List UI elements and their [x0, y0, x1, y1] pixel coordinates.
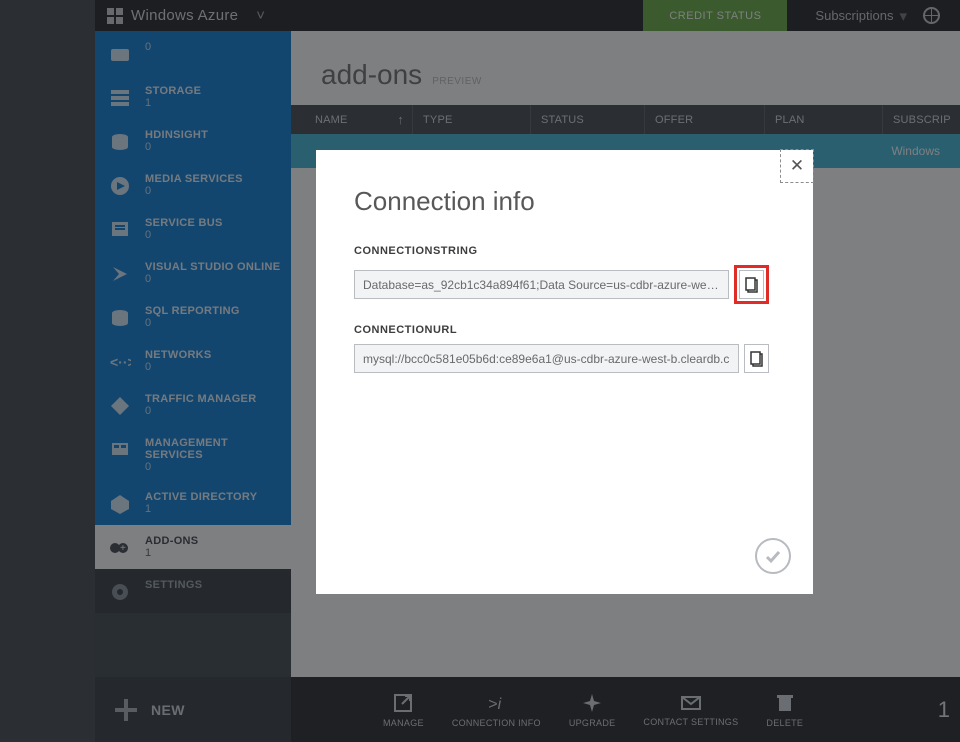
- connectionstring-input[interactable]: [354, 270, 729, 299]
- modal-overlay: ✕ Connection info CONNECTIONSTRING CONNE…: [0, 0, 960, 742]
- ok-button[interactable]: [755, 538, 791, 574]
- copy-connectionurl-button[interactable]: [744, 344, 769, 373]
- close-button[interactable]: ✕: [780, 149, 814, 183]
- connection-info-modal: ✕ Connection info CONNECTIONSTRING CONNE…: [316, 150, 813, 594]
- close-icon: ✕: [790, 156, 804, 176]
- field-connectionstring: CONNECTIONSTRING: [316, 225, 813, 304]
- field-connectionurl: CONNECTIONURL: [316, 304, 813, 373]
- field-label: CONNECTIONSTRING: [354, 245, 769, 257]
- connectionurl-input[interactable]: [354, 344, 739, 373]
- check-icon: [763, 546, 783, 566]
- copy-icon: [750, 351, 764, 367]
- copy-icon: [745, 277, 759, 293]
- highlight-box: [734, 265, 769, 304]
- modal-title: Connection info: [316, 150, 813, 225]
- field-label: CONNECTIONURL: [354, 324, 769, 336]
- copy-connectionstring-button[interactable]: [739, 270, 764, 299]
